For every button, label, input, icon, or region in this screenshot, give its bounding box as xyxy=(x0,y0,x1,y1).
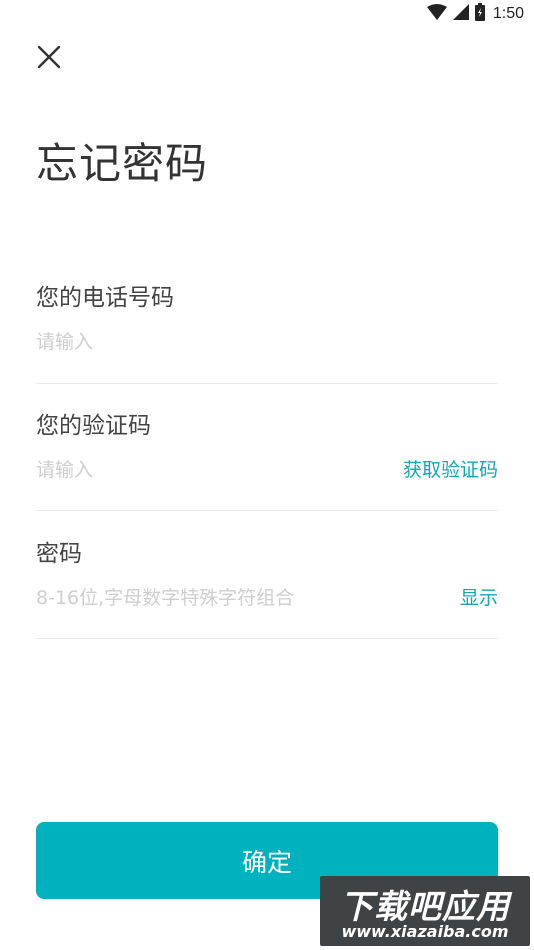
phone-field: 您的电话号码 xyxy=(36,284,498,384)
wifi-icon xyxy=(426,4,447,24)
watermark-title: 下载吧应用 xyxy=(340,887,510,926)
battery-icon xyxy=(474,3,485,25)
status-icons: 1:50 xyxy=(426,3,524,25)
watermark: 下载吧应用 www.xiazaiba.com xyxy=(320,876,530,946)
status-bar: 1:50 xyxy=(0,0,534,28)
phone-label: 您的电话号码 xyxy=(36,285,174,311)
password-input[interactable] xyxy=(36,584,366,612)
code-input[interactable] xyxy=(36,456,366,484)
get-code-button[interactable]: 获取验证码 xyxy=(403,456,498,484)
status-time: 1:50 xyxy=(492,5,524,22)
cell-signal-icon xyxy=(452,4,469,24)
phone-input[interactable] xyxy=(36,328,366,356)
watermark-url: www.xiazaiba.com xyxy=(341,922,509,941)
page-title: 忘记密码 xyxy=(36,139,209,188)
code-label: 您的验证码 xyxy=(36,413,151,439)
show-password-button[interactable]: 显示 xyxy=(460,584,498,612)
close-button[interactable] xyxy=(34,44,64,74)
password-field: 密码 显示 xyxy=(36,540,498,639)
password-label: 密码 xyxy=(36,541,82,567)
code-field: 您的验证码 获取验证码 xyxy=(36,412,498,511)
close-icon xyxy=(37,45,61,73)
